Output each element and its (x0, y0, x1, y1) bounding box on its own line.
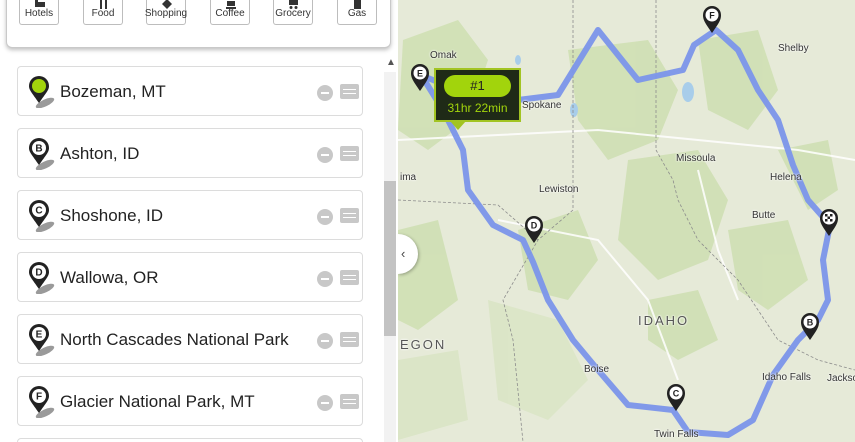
stop-c-pin-icon: C (29, 200, 55, 232)
remove-stop-button[interactable] (317, 333, 333, 349)
chevron-left-icon: ‹ (401, 246, 406, 261)
map-pin-c[interactable]: C (666, 383, 688, 413)
category-gas-button[interactable]: Gas (337, 0, 377, 25)
category-grocery-button[interactable]: Grocery (273, 0, 313, 25)
stop-b-pin-icon: B (29, 138, 55, 170)
stop-item-shoshone[interactable]: C Shoshone, ID (17, 190, 363, 240)
drag-handle-icon[interactable] (340, 332, 359, 347)
svg-text:E: E (417, 69, 423, 79)
remove-stop-button[interactable] (317, 147, 333, 163)
drag-handle-icon[interactable] (340, 270, 359, 285)
map-pin-f[interactable]: F (702, 5, 724, 35)
stop-item-wallowa[interactable]: D Wallowa, OR (17, 252, 363, 302)
map-pin-b[interactable]: B (800, 312, 822, 342)
remove-stop-button[interactable] (317, 85, 333, 101)
category-coffee-button[interactable]: Coffee (210, 0, 250, 25)
route-number-badge: #1 (444, 75, 511, 97)
trip-planner: Hotels Food Shopping Coffee Grocery Gas (0, 0, 855, 442)
route-map[interactable]: Omak Spokane Shelby Missoula Lewiston He… (398, 0, 855, 442)
svg-text:C: C (673, 389, 680, 399)
category-food-button[interactable]: Food (83, 0, 123, 25)
svg-text:B: B (807, 318, 814, 328)
remove-stop-button[interactable] (317, 271, 333, 287)
stop-item-north-cascades[interactable]: E North Cascades National Park (17, 314, 363, 364)
start-pin-icon (29, 76, 55, 108)
svg-text:F: F (709, 11, 715, 21)
stop-item-ashton[interactable]: B Ashton, ID (17, 128, 363, 178)
svg-text:C: C (35, 206, 42, 217)
checkered-flag-pin-icon[interactable] (819, 208, 841, 238)
stop-d-pin-icon: D (29, 262, 55, 294)
stop-item-bozeman[interactable]: Bozeman, MT (17, 66, 363, 116)
category-hotels-button[interactable]: Hotels (19, 0, 59, 25)
drag-handle-icon[interactable] (340, 208, 359, 223)
svg-text:F: F (36, 392, 42, 403)
scrollbar-thumb[interactable] (384, 181, 396, 336)
stop-f-pin-icon: F (29, 386, 55, 418)
drag-handle-icon[interactable] (340, 394, 359, 409)
svg-text:D: D (35, 268, 42, 279)
svg-text:D: D (531, 221, 538, 231)
stop-e-pin-icon: E (29, 324, 55, 356)
map-pin-d[interactable]: D (524, 215, 546, 245)
remove-stop-button[interactable] (317, 395, 333, 411)
scroll-up-arrow-icon[interactable]: ▲ (386, 58, 396, 68)
stop-item-partial[interactable] (17, 438, 363, 442)
drag-handle-icon[interactable] (340, 84, 359, 99)
stops-panel: Hotels Food Shopping Coffee Grocery Gas (0, 0, 398, 442)
category-toolbar: Hotels Food Shopping Coffee Grocery Gas (6, 0, 391, 48)
category-shopping-button[interactable]: Shopping (145, 0, 187, 25)
route-summary-bubble[interactable]: #1 31hr 22min (434, 68, 521, 130)
stop-item-glacier[interactable]: F Glacier National Park, MT (17, 376, 363, 426)
svg-text:E: E (36, 330, 43, 341)
map-pin-e[interactable]: E (410, 63, 432, 93)
svg-text:B: B (35, 144, 42, 155)
drag-handle-icon[interactable] (340, 146, 359, 161)
remove-stop-button[interactable] (317, 209, 333, 225)
route-duration: 31hr 22min (447, 101, 508, 115)
